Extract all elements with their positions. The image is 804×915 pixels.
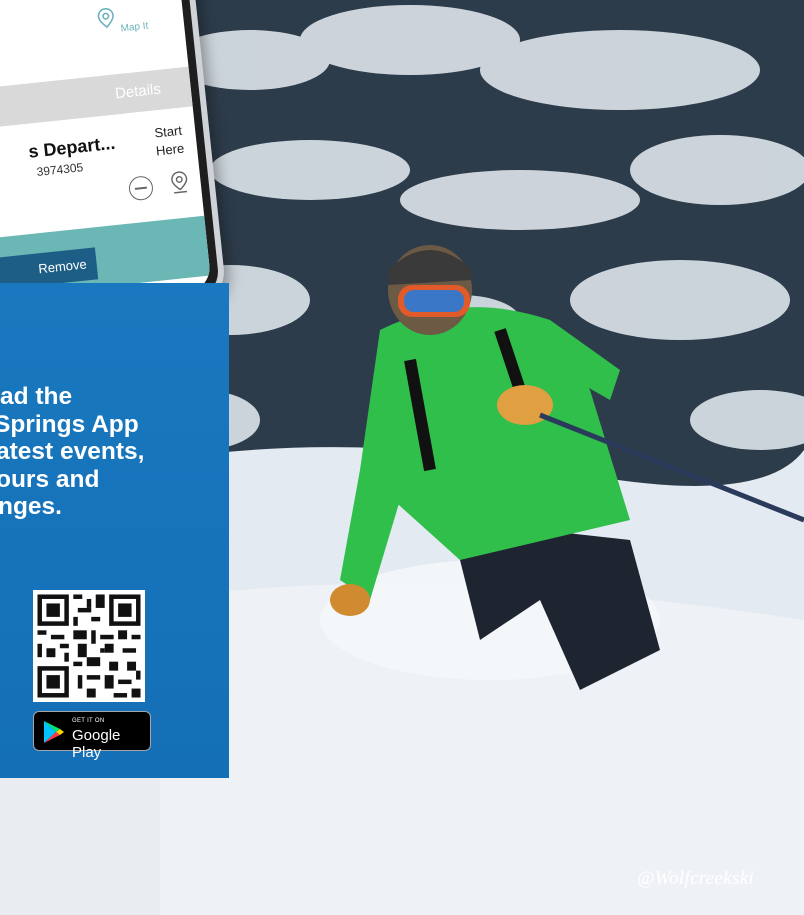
photo-illustration (160, 0, 804, 915)
promo-line-2: Springs App (0, 410, 139, 438)
qr-code-icon[interactable] (33, 590, 145, 702)
photo-credit: @Wolfcreekski (636, 868, 754, 889)
promo-line-3: atest events, (0, 438, 145, 465)
promo-line-5: nges. (0, 493, 62, 520)
promo-line-1: ad the (0, 383, 73, 410)
google-play-icon (44, 721, 64, 743)
location-pin-icon[interactable] (167, 169, 191, 195)
promo-panel: ad the Springs App atest events, ours an… (0, 283, 229, 778)
start-here-label: Start Here (153, 122, 185, 159)
map-it-button[interactable]: Map It (90, 2, 153, 37)
list-item-title: s Depart... (27, 132, 117, 162)
promo-text: ad the Springs App atest events, ours an… (0, 383, 229, 553)
phone-mockup: Map It Details s Depart... 3974305 Start… (0, 0, 228, 328)
details-tab[interactable]: Details (0, 66, 193, 130)
qr-code-graphic (33, 590, 145, 702)
list-item-phone: 3974305 (35, 160, 84, 180)
remove-circle-icon[interactable] (127, 175, 155, 202)
badge-small-text: GET IT ON (72, 718, 105, 724)
promo-line-4: ours and (0, 465, 100, 493)
map-it-label: Map It (120, 20, 149, 35)
skier-photo: @Wolfcreekski (160, 0, 804, 915)
badge-store-name: Google Play (72, 727, 121, 761)
phone-screen: Map It Details s Depart... 3974305 Start… (0, 0, 212, 313)
map-pin-icon (97, 8, 114, 29)
google-play-badge[interactable]: GET IT ON Google Play (33, 711, 151, 761)
